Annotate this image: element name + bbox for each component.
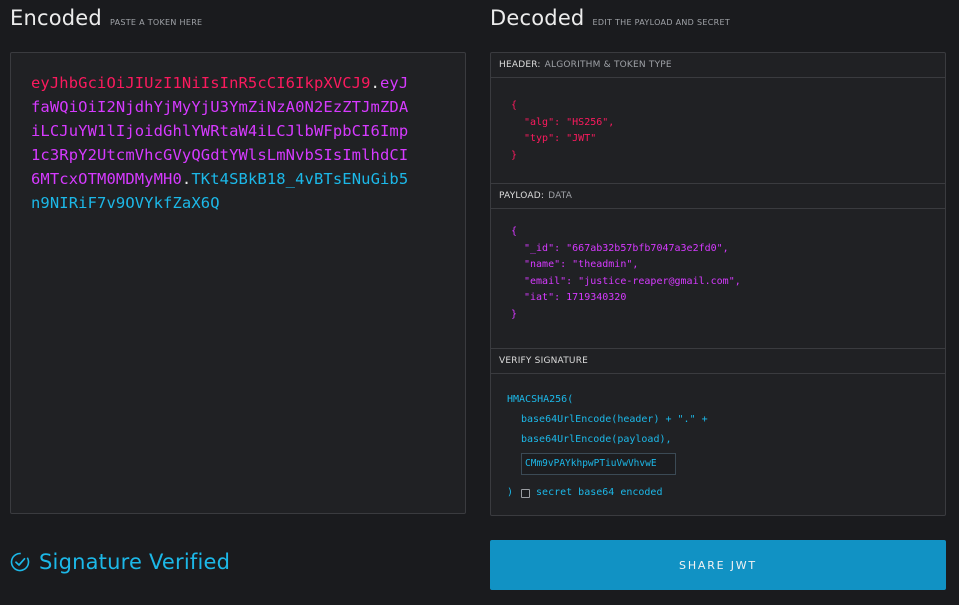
signature-status-text: Signature Verified <box>39 550 231 574</box>
payload-label: PAYLOAD: <box>499 191 545 201</box>
hmac-close-paren: ) <box>507 487 514 498</box>
decoded-title: Decoded <box>490 6 585 30</box>
token-header-part: eyJhbGciOiJIUzI1NiIsInR5cCI6IkpXVCJ9 <box>31 74 371 92</box>
header-label: HEADER: <box>499 60 541 70</box>
verify-signature-block: HMACSHA256( base64UrlEncode(header) + ".… <box>491 374 945 519</box>
encoded-token-input[interactable]: eyJhbGciOiJIUzI1NiIsInR5cCI6IkpXVCJ9.eyJ… <box>10 52 466 514</box>
decoded-panel: HEADER: ALGORITHM & TOKEN TYPE { "alg": … <box>490 52 946 516</box>
decoded-heading: Decoded EDIT THE PAYLOAD AND SECRET <box>490 6 730 30</box>
signature-label: VERIFY SIGNATURE <box>499 356 589 366</box>
payload-sublabel: DATA <box>548 191 573 201</box>
payload-name-line: "name": "theadmin", <box>524 259 639 270</box>
header-sublabel: ALGORITHM & TOKEN TYPE <box>544 60 672 70</box>
sig-close-row: ) secret base64 encoded <box>507 483 929 503</box>
json-close-brace: } <box>511 149 518 161</box>
header-section-label: HEADER: ALGORITHM & TOKEN TYPE <box>491 53 945 78</box>
base64-encoded-label[interactable]: secret base64 encoded <box>536 483 662 503</box>
signature-status: Signature Verified <box>10 550 230 574</box>
payload-iat-line: "iat": 1719340320 <box>524 292 627 303</box>
secret-input[interactable]: CMm9vPAYkhpwPTiuVwVhvwE <box>521 453 676 475</box>
header-json-editor[interactable]: { "alg": "HS256", "typ": "JWT" } <box>491 78 945 184</box>
decoded-subtitle: EDIT THE PAYLOAD AND SECRET <box>592 18 731 27</box>
token-dot: . <box>181 170 192 188</box>
header-typ-line: "typ": "JWT" <box>524 133 597 144</box>
payload-id-line: "_id": "667ab32b57bfb7047a3e2fd0", <box>524 242 729 254</box>
hmac-function: HMACSHA256( <box>507 394 574 405</box>
sig-header-line: base64UrlEncode(header) + "." + <box>521 414 708 425</box>
base64-encoded-checkbox[interactable] <box>521 488 531 498</box>
token-dot: . <box>370 74 380 92</box>
payload-json-editor[interactable]: { "_id": "667ab32b57bfb7047a3e2fd0", "na… <box>491 209 945 349</box>
payload-email-line: "email": "justice-reaper@gmail.com", <box>524 275 741 287</box>
payload-section-label: PAYLOAD: DATA <box>491 184 945 209</box>
share-jwt-button[interactable]: SHARE JWT <box>490 540 946 590</box>
json-close-brace: } <box>511 308 518 320</box>
signature-section-label: VERIFY SIGNATURE <box>491 349 945 374</box>
check-circle-icon <box>10 552 30 572</box>
json-open-brace: { <box>511 226 518 237</box>
encoded-title: Encoded <box>10 6 102 30</box>
encoded-token-text[interactable]: eyJhbGciOiJIUzI1NiIsInR5cCI6IkpXVCJ9.eyJ… <box>31 71 411 215</box>
header-alg-line: "alg": "HS256", <box>524 116 615 128</box>
encoded-heading: Encoded PASTE A TOKEN HERE <box>10 6 202 30</box>
encoded-subtitle: PASTE A TOKEN HERE <box>109 18 203 27</box>
sig-payload-line: base64UrlEncode(payload), <box>521 434 672 445</box>
json-open-brace: { <box>511 100 518 111</box>
